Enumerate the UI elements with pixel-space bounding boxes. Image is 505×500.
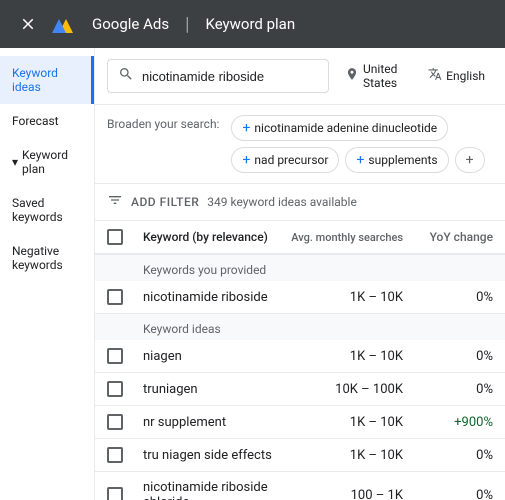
translate-icon	[428, 67, 442, 85]
app-header: Google Ads | Keyword plan	[0, 0, 505, 48]
searches-cell: 1K – 10K	[283, 415, 403, 430]
broaden-chip-1[interactable]: + nicotinamide adenine dinucleotide	[231, 115, 448, 141]
search-bar: United States English	[95, 48, 505, 105]
main-layout: Keyword ideas Forecast ▾ Keyword plan Sa…	[0, 48, 505, 500]
sidebar-item-forecast[interactable]: Forecast	[0, 104, 94, 138]
language-chip[interactable]: English	[420, 63, 493, 89]
broaden-chip-2[interactable]: + nad precursor	[231, 147, 339, 173]
location-chip[interactable]: United States	[337, 58, 412, 94]
row-checkbox[interactable]	[107, 447, 143, 463]
main-content: United States English Broaden your searc…	[95, 48, 505, 500]
row-checkbox[interactable]	[107, 289, 143, 305]
broaden-label: Broaden your search:	[107, 115, 219, 131]
page-title: Keyword plan	[205, 15, 295, 33]
select-all-checkbox[interactable]	[107, 229, 143, 245]
add-filter-button[interactable]: ADD FILTER	[131, 195, 199, 209]
sidebar-item-label: Keyword ideas	[12, 66, 79, 94]
table-row[interactable]: nicotinamide riboside 1K – 10K 0%	[95, 281, 505, 314]
row-checkbox[interactable]	[107, 381, 143, 397]
broaden-chips: + nicotinamide adenine dinucleotide + na…	[231, 115, 493, 173]
search-input-wrapper[interactable]	[107, 59, 329, 93]
chip-label: supplements	[368, 153, 437, 167]
yoy-cell: 0%	[403, 382, 493, 397]
location-pin-icon	[345, 67, 359, 85]
col-header-yoy: YoY change	[403, 230, 493, 244]
sidebar-item-label: Negative keywords	[12, 244, 82, 272]
row-checkbox[interactable]	[107, 414, 143, 430]
col-header-searches: Avg. monthly searches	[283, 231, 403, 244]
yoy-cell: 0%	[403, 349, 493, 364]
header-divider: |	[185, 14, 189, 35]
plus-icon: +	[356, 152, 364, 168]
google-ads-logo	[52, 14, 80, 34]
searches-cell: 1K – 10K	[283, 448, 403, 463]
language-label: English	[446, 69, 485, 83]
searches-cell: 1K – 10K	[283, 349, 403, 364]
broaden-section: Broaden your search: + nicotinamide aden…	[95, 105, 505, 184]
search-icon	[118, 66, 134, 86]
plus-icon: +	[242, 152, 250, 168]
yoy-cell: 0%	[403, 290, 493, 305]
keyword-cell: nicotinamide riboside	[143, 290, 283, 305]
row-checkbox[interactable]	[107, 348, 143, 364]
section-ideas: Keyword ideas	[95, 314, 505, 340]
broaden-more-button[interactable]: +	[455, 147, 485, 173]
col-header-keyword[interactable]: Keyword (by relevance)	[143, 230, 283, 244]
keyword-cell: tru niagen side effects	[143, 448, 283, 463]
yoy-cell: 0%	[403, 448, 493, 463]
filter-icon	[107, 192, 123, 212]
location-label: United States	[363, 62, 404, 90]
sidebar-item-label: Forecast	[12, 114, 59, 128]
broaden-chip-3[interactable]: + supplements	[345, 147, 448, 173]
keyword-cell: nr supplement	[143, 415, 283, 430]
searches-cell: 10K – 100K	[283, 382, 403, 397]
plus-icon: +	[242, 120, 250, 136]
chip-label: nad precursor	[254, 153, 328, 167]
chevron-down-icon: ▾	[12, 155, 18, 169]
filter-count: 349 keyword ideas available	[207, 195, 357, 209]
table-row[interactable]: nicotinamide riboside chloride 100 – 1K …	[95, 472, 505, 500]
app-name: Google Ads	[92, 15, 169, 33]
sidebar-item-keyword-ideas[interactable]: Keyword ideas	[0, 56, 94, 104]
sidebar: Keyword ideas Forecast ▾ Keyword plan Sa…	[0, 48, 95, 500]
section-provided: Keywords you provided	[95, 255, 505, 281]
keyword-cell: nicotinamide riboside chloride	[143, 480, 283, 500]
keyword-cell: niagen	[143, 349, 283, 364]
yoy-cell: +900%	[403, 415, 493, 430]
table-row[interactable]: tru niagen side effects 1K – 10K 0%	[95, 439, 505, 472]
filter-bar: ADD FILTER 349 keyword ideas available	[95, 184, 505, 221]
close-button[interactable]	[16, 12, 40, 36]
table-row[interactable]: niagen 1K – 10K 0%	[95, 340, 505, 373]
yoy-cell: 0%	[403, 488, 493, 500]
sidebar-item-saved-keywords[interactable]: Saved keywords	[0, 186, 94, 234]
sidebar-item-label: Saved keywords	[12, 196, 82, 224]
sidebar-item-label: Keyword plan	[22, 148, 82, 176]
keyword-cell: truniagen	[143, 382, 283, 397]
search-input[interactable]	[142, 69, 318, 84]
sidebar-item-keyword-plan[interactable]: ▾ Keyword plan	[0, 138, 94, 186]
checkbox-all[interactable]	[107, 229, 123, 245]
sidebar-item-negative-keywords[interactable]: Negative keywords	[0, 234, 94, 282]
row-checkbox[interactable]	[107, 487, 143, 500]
searches-cell: 1K – 10K	[283, 290, 403, 305]
table-row[interactable]: nr supplement 1K – 10K +900%	[95, 406, 505, 439]
table-header: Keyword (by relevance) Avg. monthly sear…	[95, 221, 505, 255]
searches-cell: 100 – 1K	[283, 488, 403, 500]
table-row[interactable]: truniagen 10K – 100K 0%	[95, 373, 505, 406]
chip-label: nicotinamide adenine dinucleotide	[254, 121, 437, 135]
